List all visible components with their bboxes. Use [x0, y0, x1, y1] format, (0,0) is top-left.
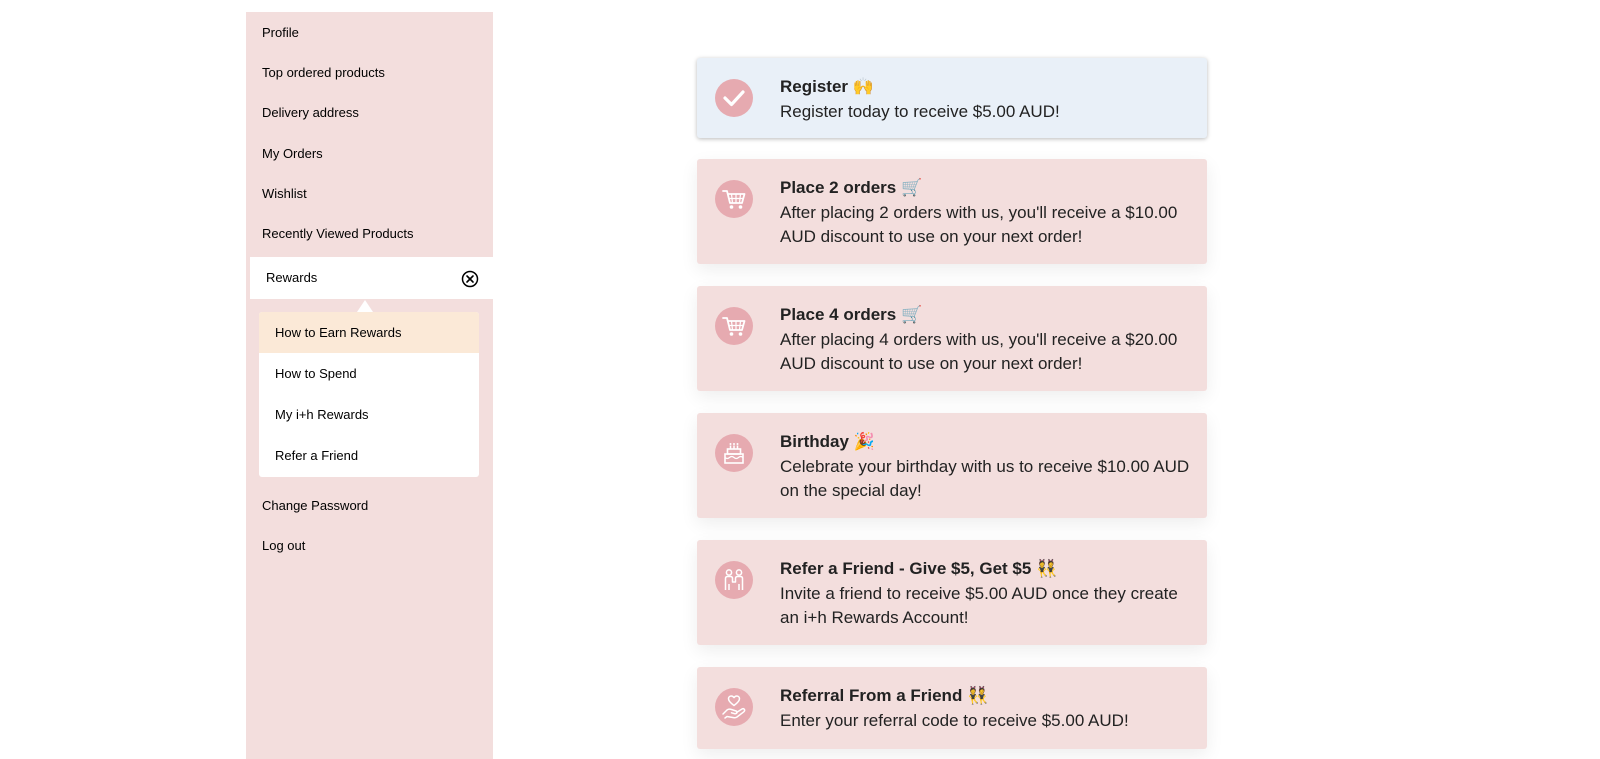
reward-card-place-2-orders: Place 2 orders 🛒 After placing 2 orders … [697, 159, 1207, 264]
rewards-submenu: How to Earn Rewards How to Spend My i+h … [259, 312, 479, 477]
sidebar-item-profile[interactable]: Profile [262, 25, 299, 41]
submenu-item-refer-a-friend[interactable]: Refer a Friend [259, 435, 479, 476]
reward-card-birthday: Birthday 🎉 Celebrate your birthday with … [697, 413, 1207, 518]
reward-title: Place 4 orders 🛒 [780, 305, 923, 324]
reward-card-place-4-orders: Place 4 orders 🛒 After placing 4 orders … [697, 286, 1207, 391]
submenu-item-label: How to Spend [275, 366, 357, 381]
birthday-cake-icon [715, 434, 753, 472]
reward-description: Register today to receive $5.00 AUD! [780, 102, 1060, 121]
reward-card-refer-a-friend: Refer a Friend - Give $5, Get $5 👯 Invit… [697, 540, 1207, 645]
submenu-caret [357, 300, 373, 312]
submenu-item-how-to-spend[interactable]: How to Spend [259, 353, 479, 394]
submenu-item-how-to-earn-rewards[interactable]: How to Earn Rewards [259, 312, 479, 353]
account-sidebar: Profile Top ordered products Delivery ad… [246, 12, 493, 759]
reward-title: Register 🙌 [780, 77, 874, 96]
reward-description: After placing 2 orders with us, you'll r… [780, 203, 1178, 246]
friends-icon [715, 561, 753, 599]
reward-title: Referral From a Friend 👯 [780, 686, 989, 705]
reward-card-referral-from-a-friend: Referral From a Friend 👯 Enter your refe… [697, 667, 1207, 749]
sidebar-item-recently-viewed-products[interactable]: Recently Viewed Products [262, 226, 414, 242]
submenu-item-label: Refer a Friend [275, 448, 359, 463]
sidebar-item-rewards[interactable]: Rewards [250, 257, 493, 299]
heart-in-hand-icon [715, 688, 753, 726]
sidebar-item-my-orders[interactable]: My Orders [262, 146, 323, 162]
sidebar-item-wishlist[interactable]: Wishlist [262, 186, 307, 202]
reward-card-register: Register 🙌 Register today to receive $5.… [697, 58, 1207, 138]
submenu-item-label: How to Earn Rewards [275, 325, 402, 340]
reward-title: Place 2 orders 🛒 [780, 178, 923, 197]
reward-title: Birthday 🎉 [780, 432, 875, 451]
reward-title: Refer a Friend - Give $5, Get $5 👯 [780, 559, 1058, 578]
submenu-item-label: My i+h Rewards [275, 407, 369, 422]
submenu-item-my-rewards[interactable]: My i+h Rewards [259, 394, 479, 435]
sidebar-item-rewards-label: Rewards [266, 270, 318, 285]
close-circle-icon[interactable] [461, 270, 479, 288]
reward-description: Celebrate your birthday with us to recei… [780, 457, 1190, 500]
sidebar-item-log-out[interactable]: Log out [262, 538, 305, 554]
shopping-cart-icon [715, 307, 753, 345]
shopping-cart-icon [715, 180, 753, 218]
reward-description: Enter your referral code to receive $5.0… [780, 711, 1129, 730]
reward-description: After placing 4 orders with us, you'll r… [780, 330, 1178, 373]
checkmark-icon [715, 79, 753, 117]
sidebar-item-top-ordered-products[interactable]: Top ordered products [262, 65, 385, 81]
reward-description: Invite a friend to receive $5.00 AUD onc… [780, 584, 1178, 627]
sidebar-item-delivery-address[interactable]: Delivery address [262, 105, 359, 121]
sidebar-item-change-password[interactable]: Change Password [262, 498, 368, 514]
